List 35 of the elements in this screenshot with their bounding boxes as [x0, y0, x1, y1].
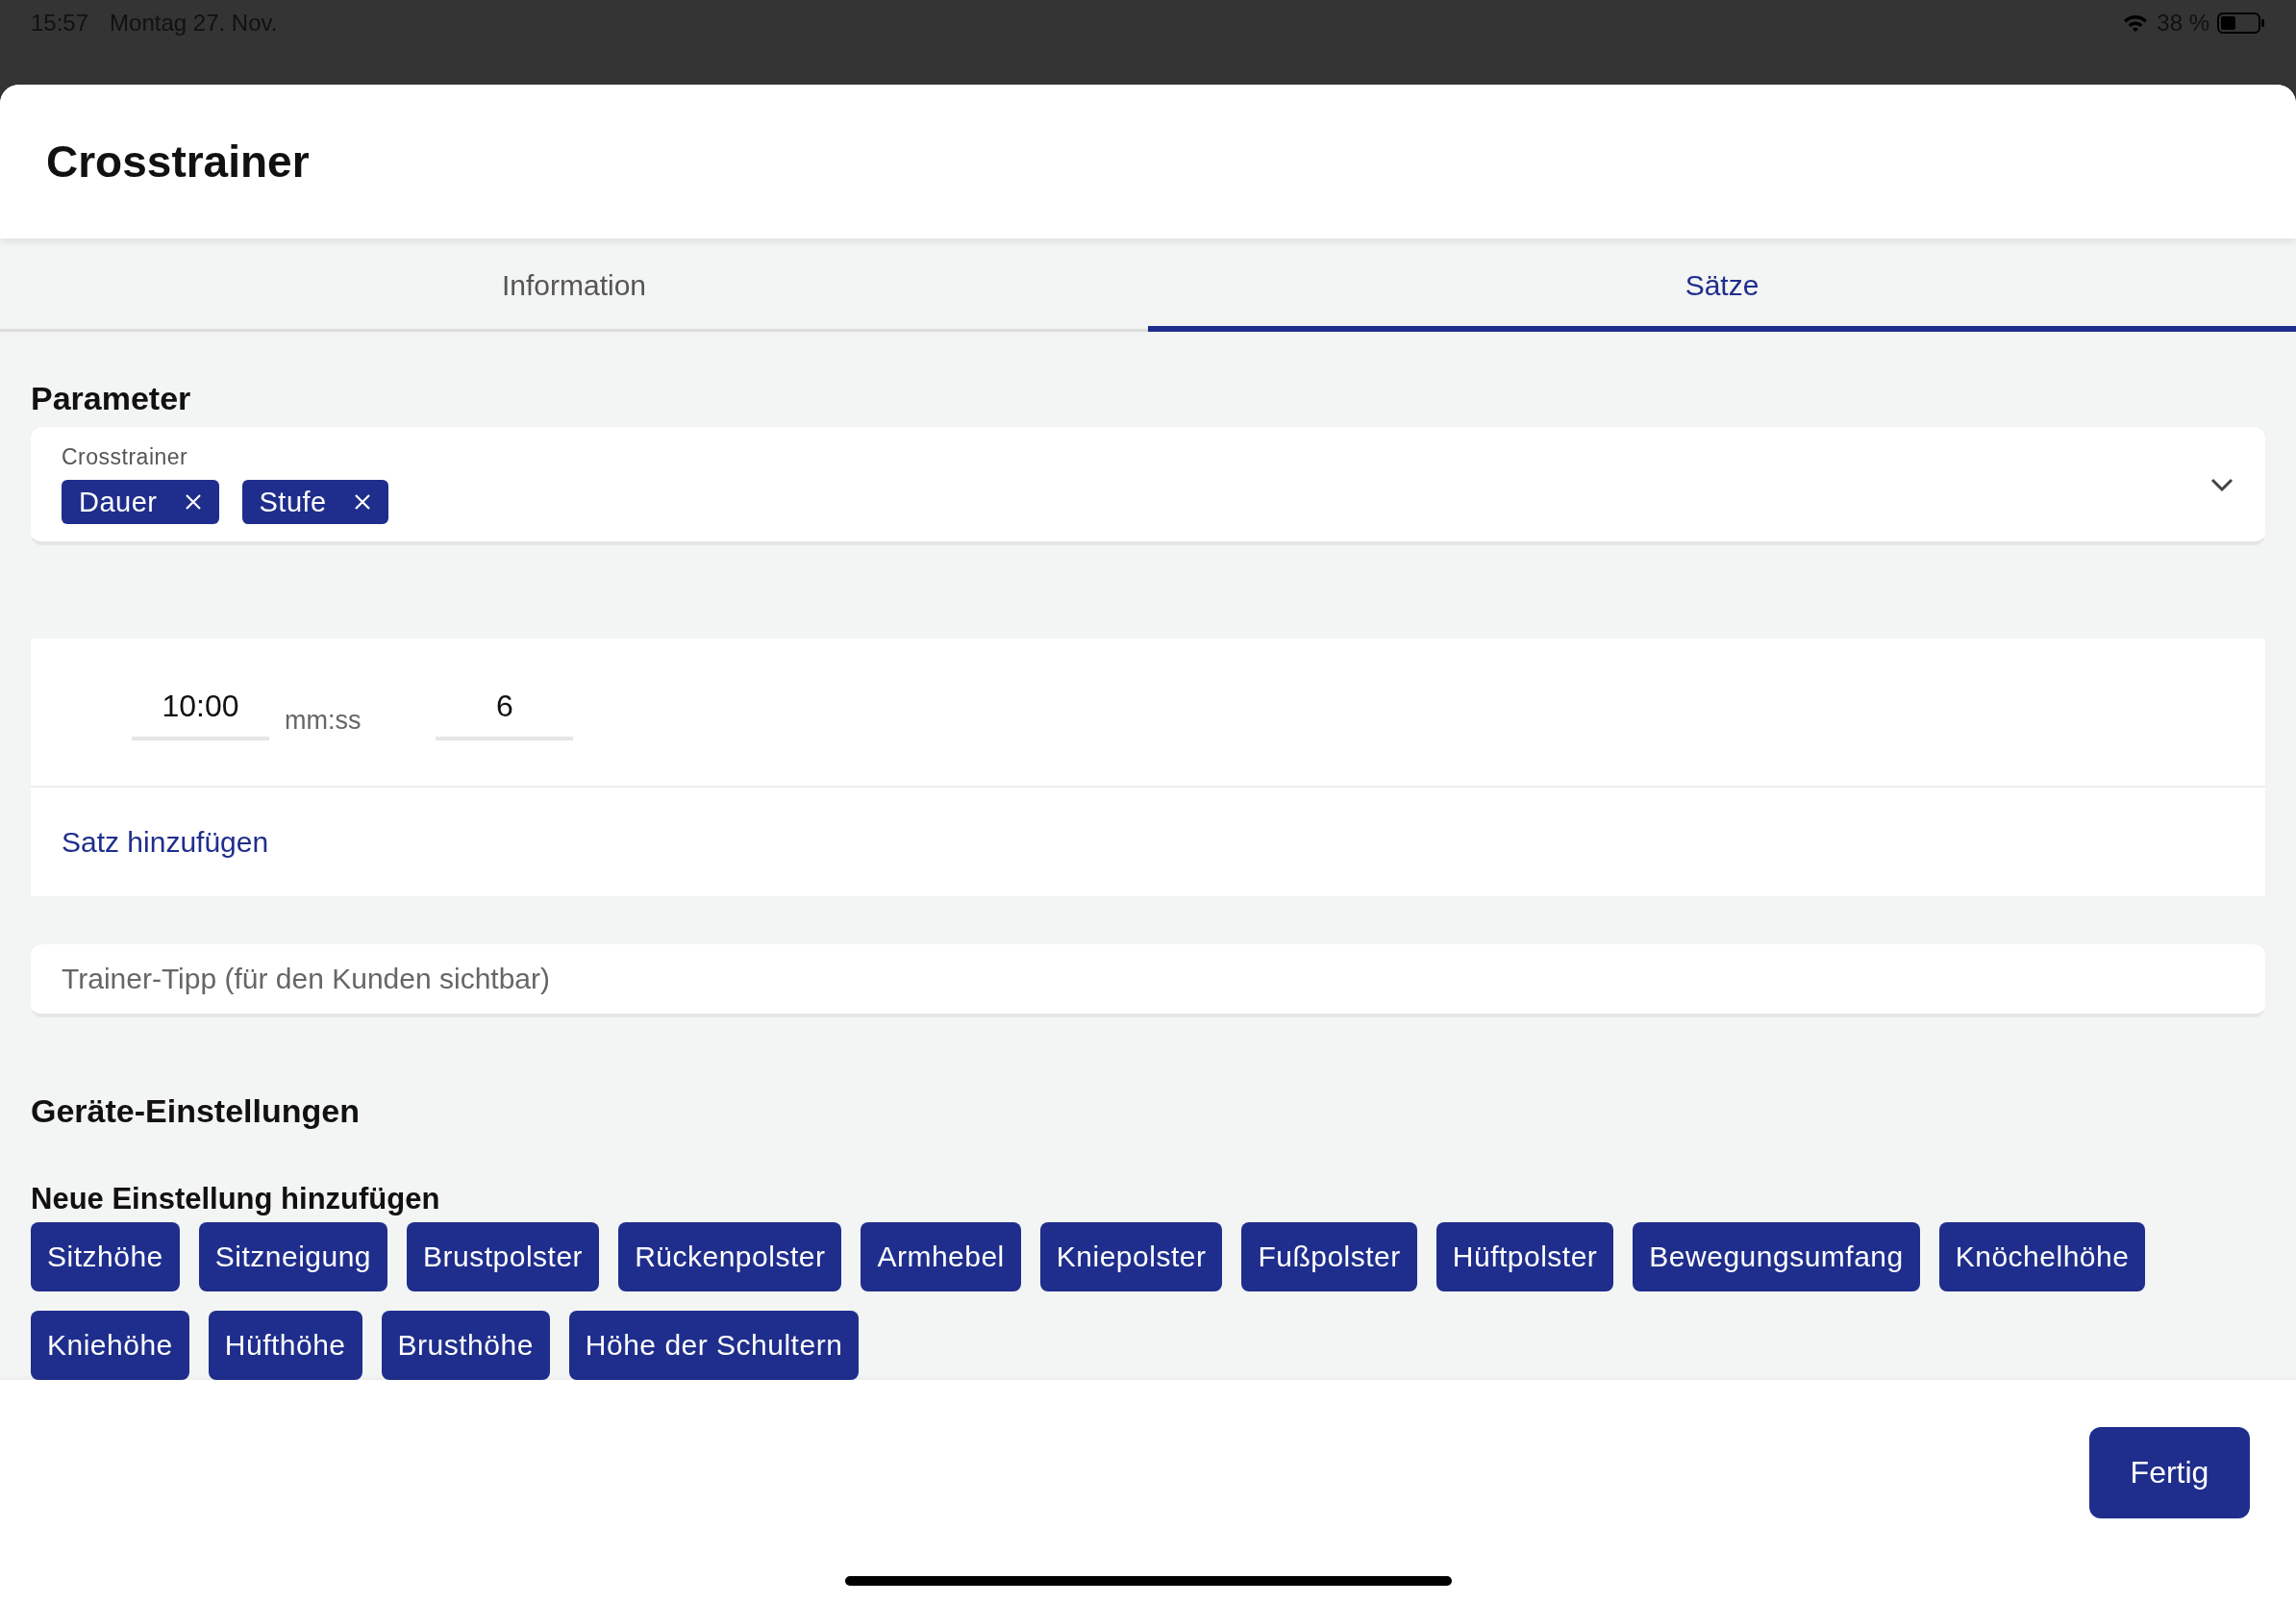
setting-option-button[interactable]: Armhebel — [861, 1222, 1021, 1291]
tab[interactable]: Sätze — [1148, 238, 2296, 332]
battery-icon — [2217, 13, 2265, 34]
setting-option-button[interactable]: Brustpolster — [407, 1222, 600, 1291]
tab[interactable]: Information — [0, 238, 1148, 332]
duration-field[interactable]: 10:00 — [132, 684, 269, 740]
close-icon[interactable] — [353, 493, 371, 511]
parameter-select[interactable]: Crosstrainer Dauer Stufe — [31, 427, 2265, 545]
wifi-icon — [2122, 13, 2150, 34]
section-heading: Geräte-Einstellungen — [31, 1092, 361, 1130]
chip-label: Dauer — [79, 486, 158, 518]
close-icon[interactable] — [184, 493, 202, 511]
section-heading: Parameter — [31, 380, 192, 417]
level-field[interactable]: 6 — [436, 684, 574, 740]
setting-option-button[interactable]: Bewegungsumfang — [1633, 1222, 1920, 1291]
select-label: Crosstrainer — [62, 444, 189, 470]
setting-option-button[interactable]: Hüfthöhe — [208, 1311, 362, 1380]
setting-option-button[interactable]: Höhe der Schultern — [568, 1311, 860, 1380]
setting-option-button[interactable]: Sitzneigung — [198, 1222, 388, 1291]
sheet-title: Crosstrainer — [46, 136, 310, 188]
unit-label: mm:ss — [285, 706, 362, 736]
setting-option-button[interactable]: Rückenpolster — [618, 1222, 842, 1291]
setting-option-button[interactable]: Fußpolster — [1241, 1222, 1417, 1291]
setting-option-button[interactable]: Hüftpolster — [1435, 1222, 1614, 1291]
chip-label: Stufe — [259, 486, 327, 518]
done-button[interactable]: Fertig — [2089, 1427, 2250, 1518]
setting-option-button[interactable]: Brusthöhe — [381, 1311, 550, 1380]
setting-option-button[interactable]: Kniehöhe — [31, 1311, 189, 1380]
add-set-link[interactable]: Satz hinzufügen — [62, 825, 269, 859]
setting-option-button[interactable]: Sitzhöhe — [31, 1222, 180, 1291]
tip-field[interactable]: Trainer-Tipp (für den Kunden sichtbar) — [31, 944, 2265, 1017]
setting-option-button[interactable]: Kniepolster — [1039, 1222, 1223, 1291]
subheading: Neue Einstellung hinzufügen — [31, 1182, 441, 1216]
setting-option-button[interactable]: Knöchelhöhe — [1938, 1222, 2146, 1291]
chevron-down-icon[interactable] — [2209, 476, 2234, 492]
